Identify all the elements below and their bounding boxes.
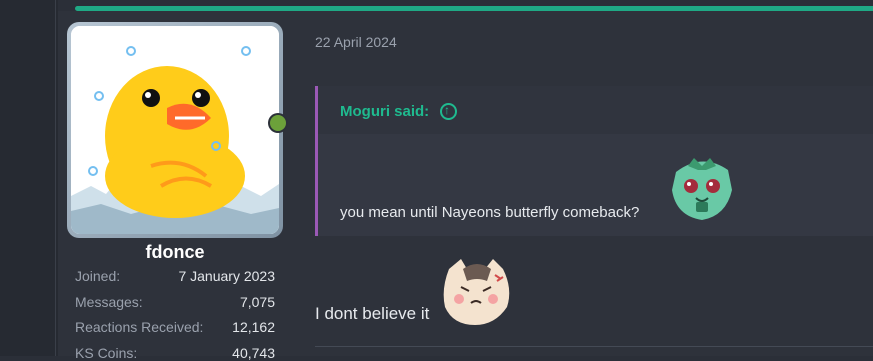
stat-reactions: Reactions Received: 12,162 (75, 319, 275, 335)
stat-value: 7 January 2023 (178, 268, 275, 284)
quote-header: Moguri said: (318, 86, 873, 134)
stat-label: Reactions Received: (75, 319, 204, 335)
post-date[interactable]: 22 April 2024 (315, 34, 397, 50)
cat-emoji (443, 259, 510, 325)
avatar-image (71, 26, 279, 234)
stat-messages: Messages: 7,075 (75, 294, 275, 310)
stat-label: KS Coins: (75, 345, 138, 361)
quote-block: Moguri said: you mean until Nayeons butt… (315, 86, 873, 236)
duck-avatar-illustration (71, 26, 279, 234)
quote-text: you mean until Nayeons butterfly comebac… (340, 204, 640, 221)
stat-value: 40,743 (232, 345, 275, 361)
username[interactable]: fdonce (67, 242, 283, 263)
bulbasaur-emoji (666, 152, 738, 224)
reply-text: I dont believe it (315, 304, 430, 323)
stat-value: 7,075 (239, 294, 275, 310)
stat-coins: KS Coins: 40,743 (75, 345, 275, 361)
online-status-icon (268, 113, 288, 133)
stat-label: Messages: (75, 294, 143, 310)
quote-author[interactable]: Moguri said: (340, 103, 429, 120)
post-divider (315, 346, 873, 347)
arrow-up-circle-icon[interactable] (440, 103, 457, 120)
stat-label: Joined: (75, 268, 121, 284)
stat-value: 12,162 (232, 319, 275, 335)
left-rail (0, 0, 58, 356)
rail-divider (55, 0, 56, 356)
avatar[interactable] (67, 22, 283, 238)
stat-joined: Joined: 7 January 2023 (75, 268, 275, 284)
